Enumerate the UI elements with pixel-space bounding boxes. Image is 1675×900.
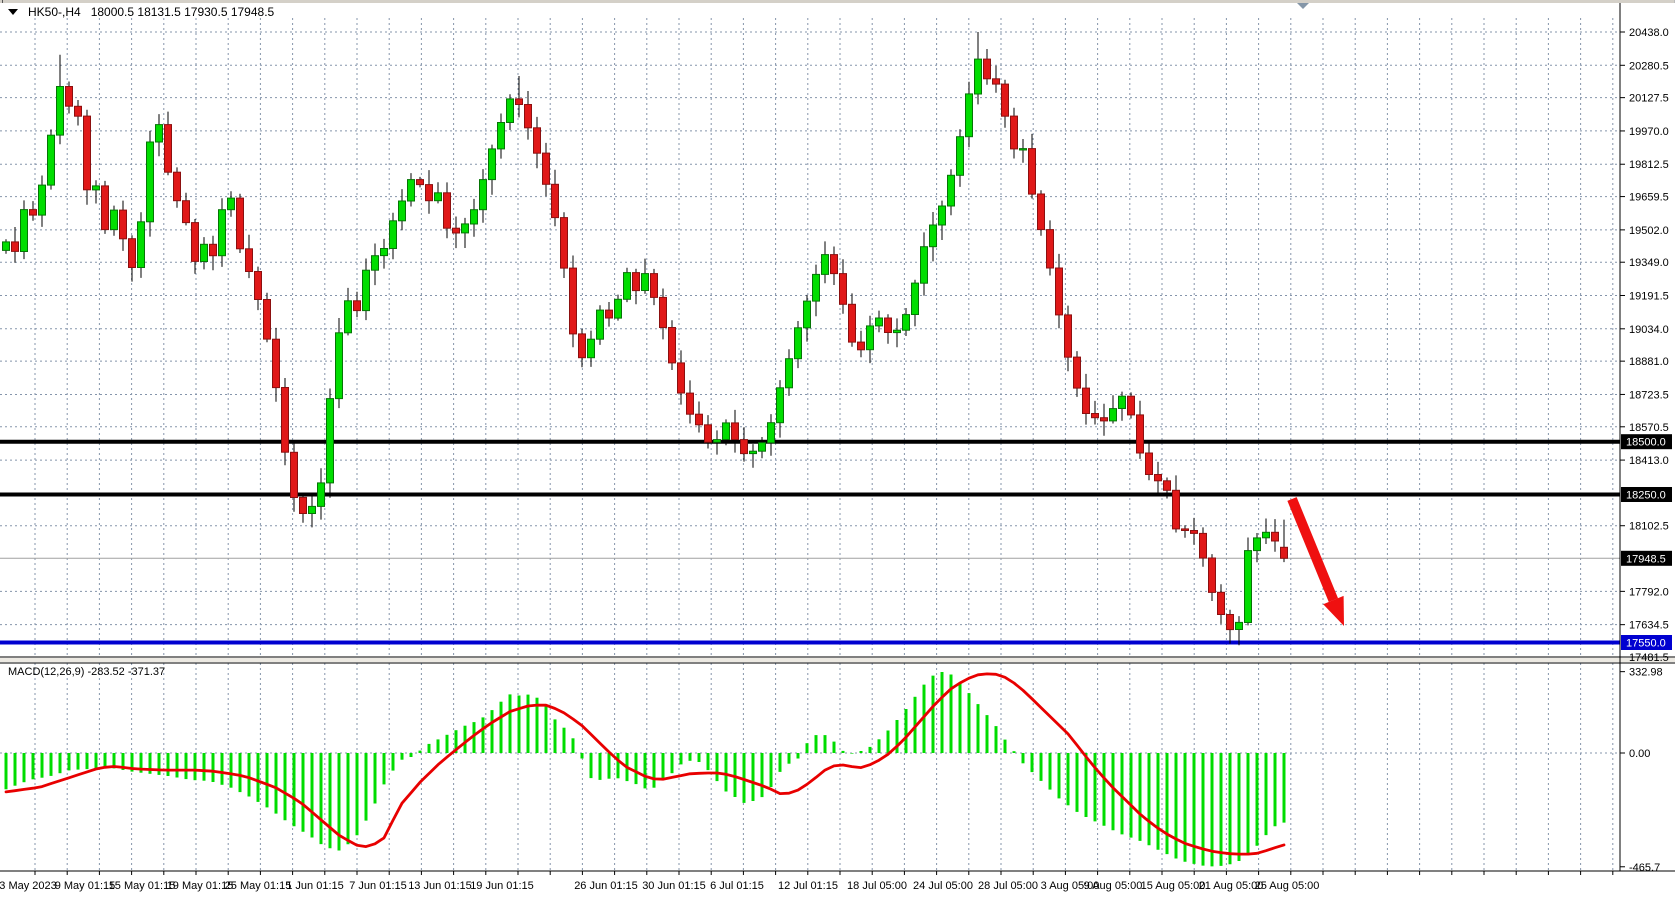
svg-text:0.00: 0.00: [1629, 748, 1650, 760]
svg-text:18 Jul 05:00: 18 Jul 05:00: [847, 880, 907, 892]
time-axis[interactable]: 3 May 20239 May 01:1515 May 01:1519 May …: [0, 880, 1319, 892]
svg-text:19502.0: 19502.0: [1629, 225, 1669, 237]
svg-text:26 Jun 01:15: 26 Jun 01:15: [574, 880, 638, 892]
chart-window: 20438.0 20280.5 20127.5 19970.0 19812.5 19659…: [0, 0, 1675, 900]
svg-text:17792.0: 17792.0: [1629, 586, 1669, 598]
svg-text:-465.7: -465.7: [1629, 862, 1660, 874]
svg-text:18250.0: 18250.0: [1626, 490, 1666, 502]
svg-text:18413.0: 18413.0: [1629, 455, 1669, 467]
price-chart-svg: 20438.0 20280.5 20127.5 19970.0 19812.5 19659…: [0, 0, 1675, 900]
svg-text:15 May 01:15: 15 May 01:15: [109, 880, 176, 892]
svg-text:18881.0: 18881.0: [1629, 356, 1669, 368]
svg-text:17948.5: 17948.5: [1626, 553, 1666, 565]
svg-text:19 May 01:15: 19 May 01:15: [167, 880, 234, 892]
chart-title-bar: HK50-,H4 18000.5 18131.5 17930.5 17948.5: [8, 5, 274, 19]
svg-text:25 May 01:15: 25 May 01:15: [225, 880, 292, 892]
svg-text:13 Jun 01:15: 13 Jun 01:15: [408, 880, 472, 892]
svg-text:12 Jul 01:15: 12 Jul 01:15: [778, 880, 838, 892]
svg-text:20438.0: 20438.0: [1629, 27, 1669, 39]
svg-text:19812.5: 19812.5: [1629, 159, 1669, 171]
svg-text:9 May 01:15: 9 May 01:15: [55, 880, 116, 892]
svg-text:332.98: 332.98: [1629, 667, 1663, 679]
svg-text:19349.0: 19349.0: [1629, 257, 1669, 269]
svg-text:7 Jun 01:15: 7 Jun 01:15: [349, 880, 407, 892]
svg-text:18500.0: 18500.0: [1626, 437, 1666, 449]
svg-text:15 Aug 05:00: 15 Aug 05:00: [1141, 880, 1206, 892]
svg-text:30 Jun 01:15: 30 Jun 01:15: [642, 880, 706, 892]
symbol-period-label: HK50-,H4: [28, 5, 81, 19]
svg-text:9 Aug 05:00: 9 Aug 05:00: [1084, 880, 1143, 892]
chart-plot-area[interactable]: 20438.0 20280.5 20127.5 19970.0 19812.5 19659…: [0, 0, 1675, 900]
svg-text:6 Jul 01:15: 6 Jul 01:15: [710, 880, 764, 892]
svg-text:20127.5: 20127.5: [1629, 93, 1669, 105]
svg-text:17481.5: 17481.5: [1629, 652, 1669, 664]
svg-text:17634.5: 17634.5: [1629, 620, 1669, 632]
svg-text:19034.0: 19034.0: [1629, 324, 1669, 336]
chart-menu-triangle-icon[interactable]: [8, 9, 18, 15]
svg-text:3 May 2023: 3 May 2023: [0, 880, 57, 892]
svg-text:28 Jul 05:00: 28 Jul 05:00: [978, 880, 1038, 892]
svg-text:18102.5: 18102.5: [1629, 521, 1669, 533]
svg-text:20280.5: 20280.5: [1629, 60, 1669, 72]
svg-text:25 Aug 05:00: 25 Aug 05:00: [1255, 880, 1320, 892]
svg-text:19659.5: 19659.5: [1629, 192, 1669, 204]
svg-text:1 Jun 01:15: 1 Jun 01:15: [286, 880, 344, 892]
svg-text:19 Jun 01:15: 19 Jun 01:15: [470, 880, 534, 892]
svg-text:18570.5: 18570.5: [1629, 422, 1669, 434]
macd-indicator-label: MACD(12,26,9) -283.52 -371.37: [8, 666, 165, 678]
svg-text:18723.5: 18723.5: [1629, 389, 1669, 401]
svg-text:19970.0: 19970.0: [1629, 126, 1669, 138]
svg-text:19191.5: 19191.5: [1629, 291, 1669, 303]
svg-text:24 Jul 05:00: 24 Jul 05:00: [913, 880, 973, 892]
svg-text:17550.0: 17550.0: [1626, 638, 1666, 650]
ohlc-quotes-label: 18000.5 18131.5 17930.5 17948.5: [91, 5, 275, 19]
